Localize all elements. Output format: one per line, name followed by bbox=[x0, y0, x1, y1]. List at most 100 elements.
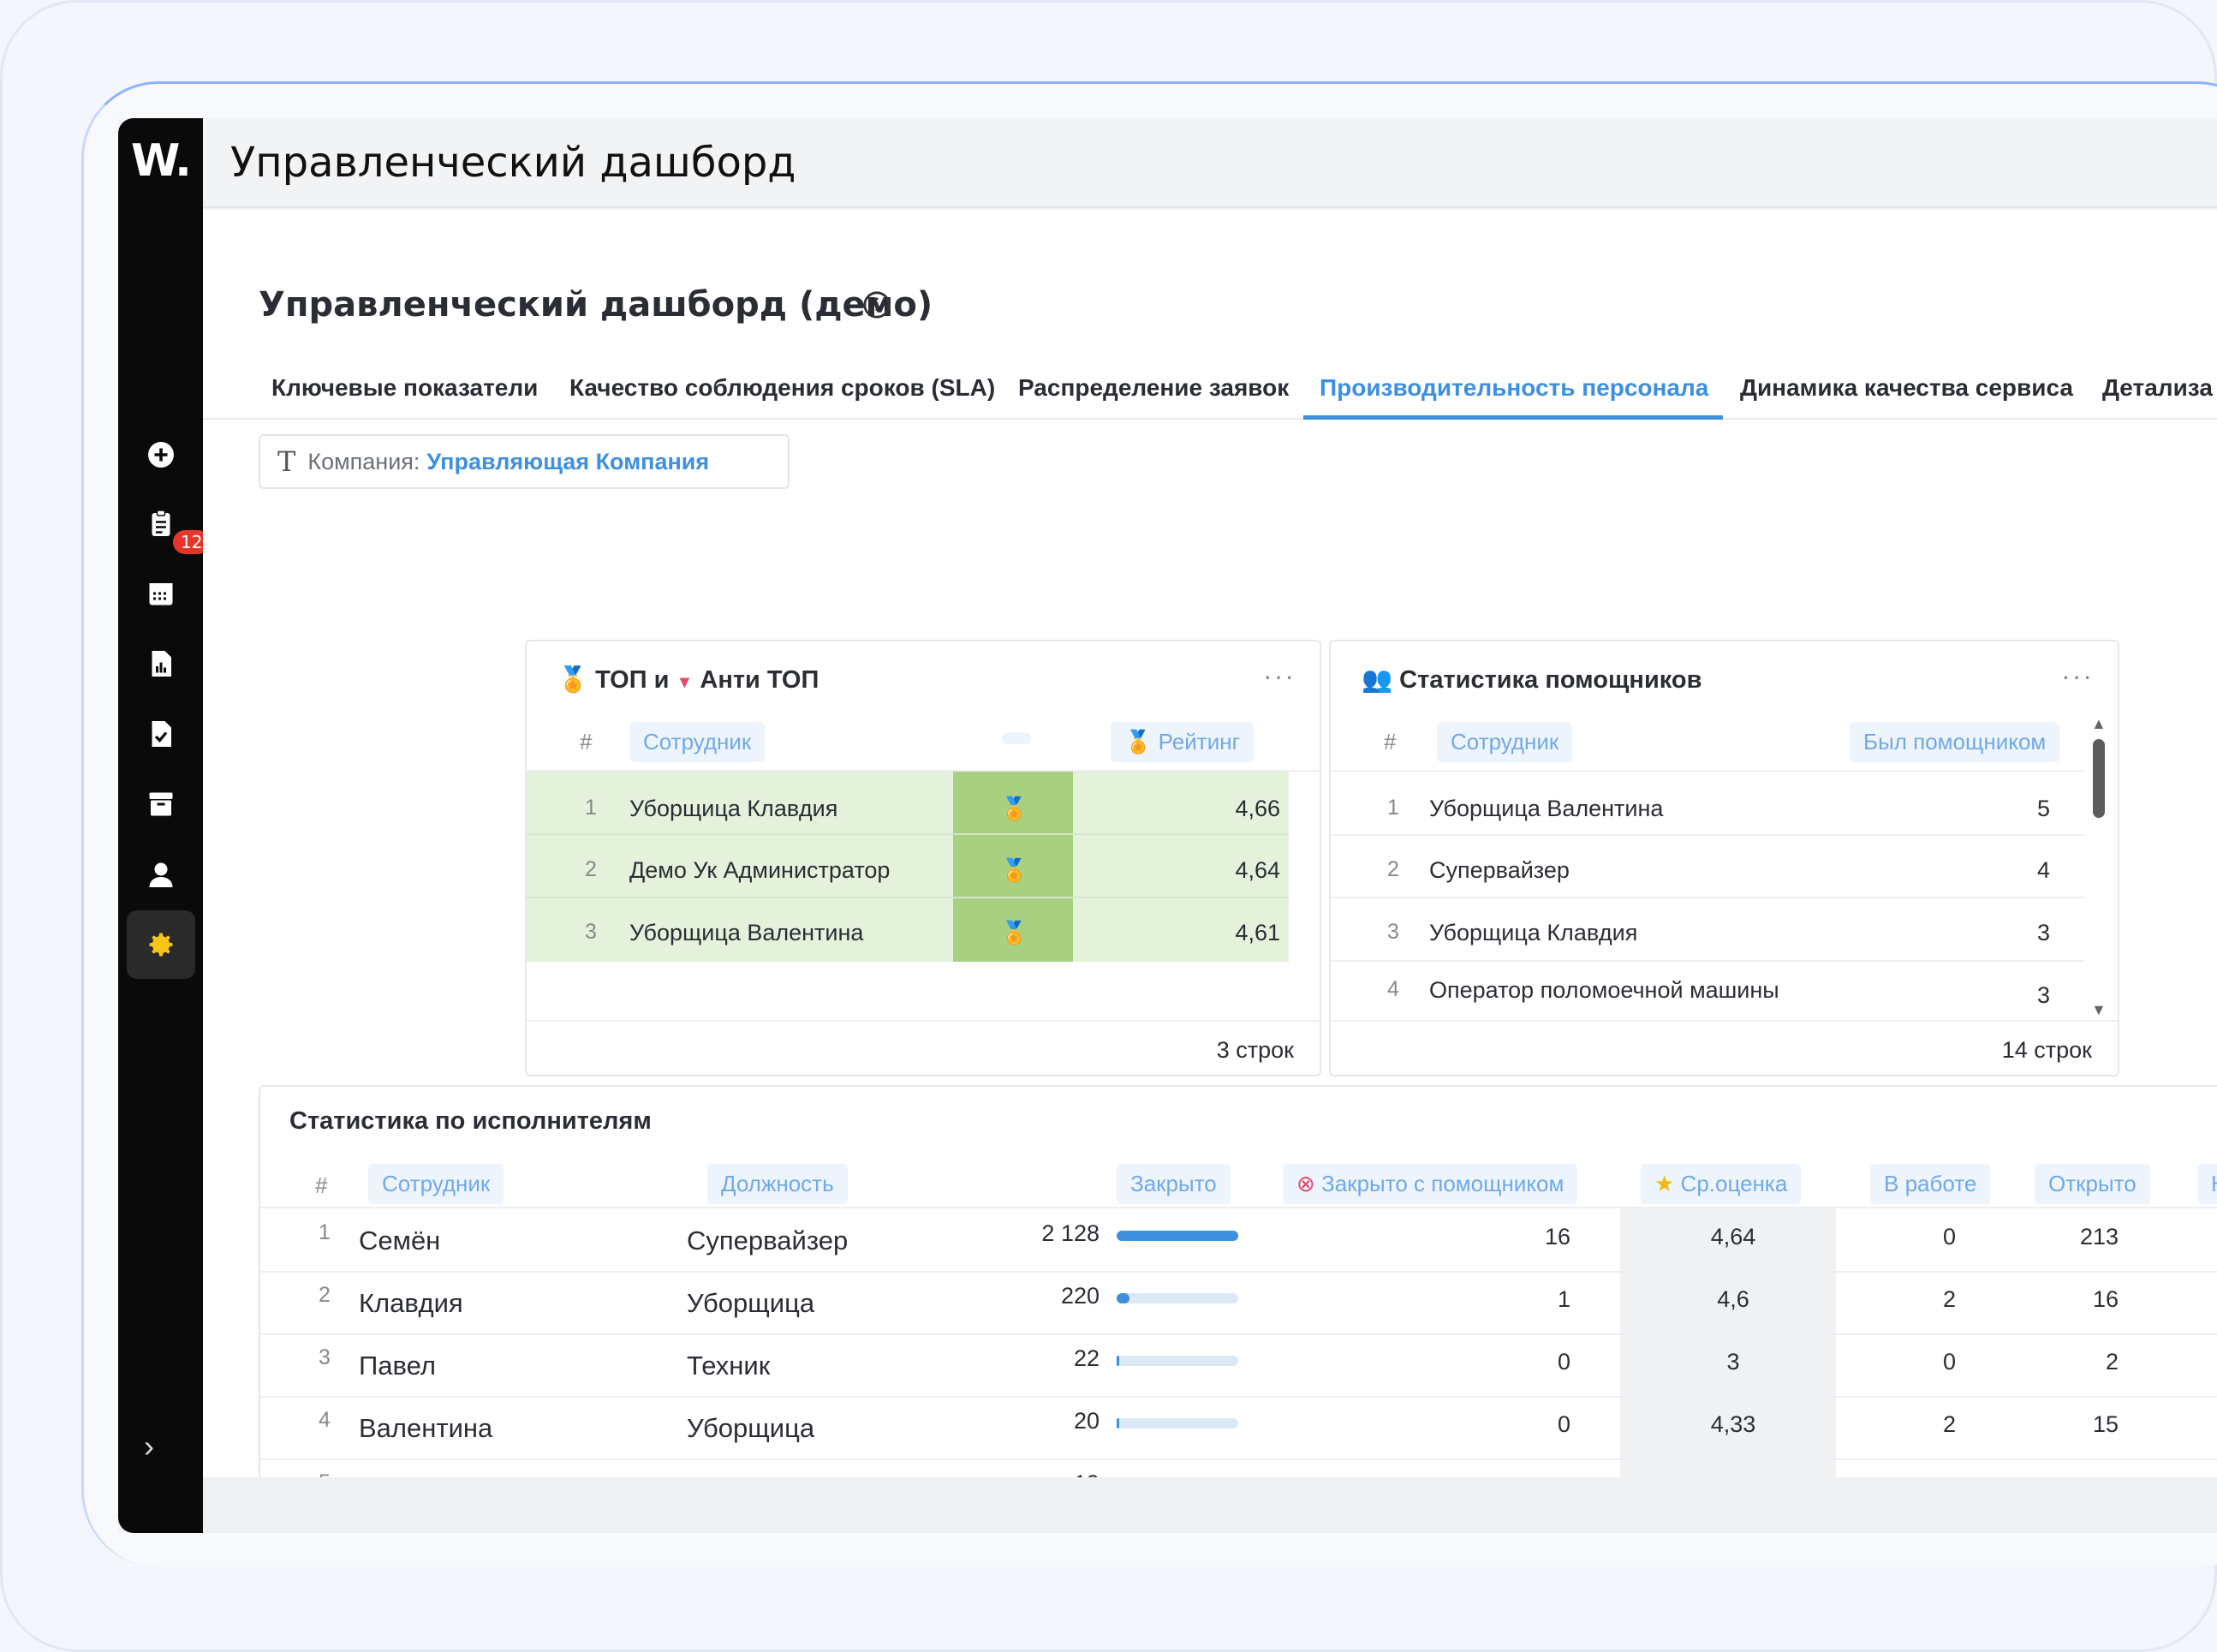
row-number: 1 bbox=[319, 1220, 331, 1244]
col-was-helper[interactable]: Был помощником bbox=[1850, 722, 2060, 762]
trophy-icon: 🏅 bbox=[557, 666, 589, 694]
employee-name: Демо Ук Администратор bbox=[629, 857, 891, 883]
dashboard-content: Управленческий дашборд (демо) Ключевые п… bbox=[203, 210, 2217, 1523]
row-number: 3 bbox=[1387, 920, 1399, 944]
col-medal[interactable] bbox=[1002, 732, 1031, 744]
avg-score-value: 4,33 bbox=[1710, 1411, 1756, 1437]
row-number: 1 bbox=[1387, 796, 1399, 820]
employee-position: Уборщица bbox=[687, 1288, 815, 1318]
card-menu-icon[interactable]: ··· bbox=[1263, 660, 1296, 692]
helpers-card: 👥 Статистика помощников ··· # Сотрудник … bbox=[1329, 640, 2119, 1076]
row-number: 2 bbox=[1387, 857, 1399, 881]
open-value: 15 bbox=[2092, 1411, 2119, 1437]
tab-details[interactable]: Детализа bbox=[2102, 374, 2213, 402]
employee-name: Валентина bbox=[359, 1413, 493, 1443]
avg-score-value: 3 bbox=[1726, 1349, 1740, 1375]
helper-count: 4 bbox=[2036, 857, 2050, 883]
closed-bar-fill bbox=[1117, 1356, 1119, 1366]
col-rating[interactable]: 🏅 Рейтинг bbox=[1111, 722, 1255, 762]
medal-icon: 🏅 bbox=[1000, 920, 1028, 945]
closed-bar-track bbox=[1117, 1418, 1238, 1428]
scroll-down-icon[interactable]: ▼ bbox=[2091, 1001, 2107, 1019]
rating-value: 4,66 bbox=[1235, 796, 1280, 821]
tab-sla[interactable]: Качество соблюдения сроков (SLA) bbox=[569, 374, 995, 402]
topbar: Управленческий дашборд bbox=[203, 118, 2217, 208]
info-icon[interactable] bbox=[862, 290, 891, 319]
in-work-value: 0 bbox=[1942, 1349, 1956, 1375]
avg-score-value: 4,64 bbox=[1710, 1224, 1756, 1249]
rating-value: 4,61 bbox=[1235, 920, 1280, 945]
filter-value[interactable]: Управляющая Компания bbox=[426, 449, 709, 475]
sidebar: W. 12 › bbox=[118, 118, 211, 1533]
card-title: 👥 Статистика помощников bbox=[1362, 666, 1702, 694]
logo[interactable]: W. bbox=[131, 135, 192, 187]
row-number: 2 bbox=[319, 1283, 331, 1307]
closed-value: 22 bbox=[1073, 1345, 1100, 1371]
row-number: 4 bbox=[1387, 977, 1399, 1001]
employee-name: Супервайзер bbox=[1429, 857, 1570, 883]
col-avg-score[interactable]: ★ Ср.оценка bbox=[1641, 1164, 1802, 1204]
company-filter[interactable]: T Компания: Управляющая Компания bbox=[259, 434, 790, 489]
in-work-value: 2 bbox=[1942, 1286, 1956, 1312]
col-employee[interactable]: Сотрудник bbox=[368, 1164, 504, 1204]
employee-name: Уборщица Клавдия bbox=[1429, 920, 1638, 945]
scroll-up-icon[interactable]: ▲ bbox=[2091, 715, 2107, 733]
employee-name: Павел bbox=[359, 1351, 436, 1381]
helper-count: 3 bbox=[2036, 982, 2050, 1008]
col-hash: # bbox=[1384, 729, 1397, 754]
gear-icon[interactable] bbox=[127, 910, 195, 979]
bottom-bar bbox=[203, 1477, 2217, 1533]
card-menu-icon[interactable]: ··· bbox=[2061, 660, 2094, 692]
dashboard-title: Управленческий дашборд (демо) bbox=[259, 285, 933, 325]
closed-bar-fill bbox=[1117, 1231, 1238, 1241]
lifebuoy-icon: ⊗ bbox=[1296, 1171, 1315, 1196]
avg-score-value: 4,6 bbox=[1717, 1286, 1749, 1312]
row-count: 14 строк bbox=[2001, 1037, 2092, 1063]
plus-circle-icon[interactable] bbox=[137, 431, 185, 479]
col-more[interactable]: Н bbox=[2197, 1164, 2217, 1204]
col-hash: # bbox=[315, 1172, 328, 1198]
col-closed[interactable]: Закрыто bbox=[1117, 1164, 1231, 1204]
tab-staff-performance[interactable]: Производительность персонала bbox=[1320, 374, 1708, 402]
app-window: W. 12 › Управленческий дашборд Управленч… bbox=[118, 118, 2217, 1533]
employee-name: Клавдия bbox=[359, 1288, 463, 1318]
open-value: 213 bbox=[2079, 1224, 2119, 1249]
employee-name: Уборщица Валентина bbox=[629, 920, 864, 945]
user-icon[interactable] bbox=[137, 850, 185, 898]
col-employee[interactable]: Сотрудник bbox=[1437, 722, 1573, 762]
clipboard-icon[interactable]: 12 bbox=[137, 499, 211, 554]
app-title: Управленческий дашборд bbox=[230, 139, 796, 187]
tab-service-dynamics[interactable]: Динамика качества сервиса bbox=[1740, 374, 2073, 402]
employee-position: Уборщица bbox=[687, 1413, 815, 1443]
col-open[interactable]: Открыто bbox=[2035, 1164, 2150, 1204]
expand-chevron-icon[interactable]: › bbox=[144, 1428, 154, 1464]
checklist-icon[interactable] bbox=[137, 710, 185, 758]
open-value: 2 bbox=[2105, 1349, 2119, 1375]
executors-card: Статистика по исполнителям # Сотрудник Д… bbox=[259, 1085, 2217, 1523]
col-hash: # bbox=[580, 729, 593, 754]
archive-icon[interactable] bbox=[137, 780, 185, 828]
card-title: 🏅 ТОП и ▼ Анти ТОП bbox=[557, 666, 819, 694]
tab-key-indicators[interactable]: Ключевые показатели bbox=[271, 374, 538, 402]
col-in-work[interactable]: В работе bbox=[1870, 1164, 1991, 1204]
people-icon: 👥 bbox=[1362, 666, 1393, 694]
col-closed-with-helper[interactable]: ⊗ Закрыто с помощником bbox=[1283, 1164, 1578, 1204]
report-icon[interactable] bbox=[137, 640, 185, 688]
employee-position: Техник bbox=[687, 1351, 771, 1381]
scrollbar-thumb[interactable] bbox=[2093, 739, 2105, 818]
employee-position: Супервайзер bbox=[687, 1226, 849, 1255]
row-divider bbox=[260, 1396, 2217, 1398]
tab-distribution[interactable]: Распределение заявок bbox=[1018, 374, 1289, 402]
col-position[interactable]: Должность bbox=[707, 1164, 848, 1204]
closed-bar-track bbox=[1117, 1356, 1238, 1366]
rating-value: 4,64 bbox=[1235, 857, 1280, 883]
employee-name: Семён bbox=[359, 1226, 441, 1255]
tab-bar: Ключевые показатели Качество соблюдения … bbox=[203, 355, 2217, 420]
col-employee[interactable]: Сотрудник bbox=[629, 722, 766, 762]
closed-with-helper-value: 1 bbox=[1557, 1286, 1570, 1312]
row-number: 1 bbox=[585, 796, 597, 820]
active-tab-underline bbox=[1303, 415, 1723, 420]
row-divider bbox=[260, 1458, 2217, 1460]
closed-bar-track bbox=[1117, 1293, 1238, 1303]
calendar-icon[interactable] bbox=[137, 570, 185, 617]
